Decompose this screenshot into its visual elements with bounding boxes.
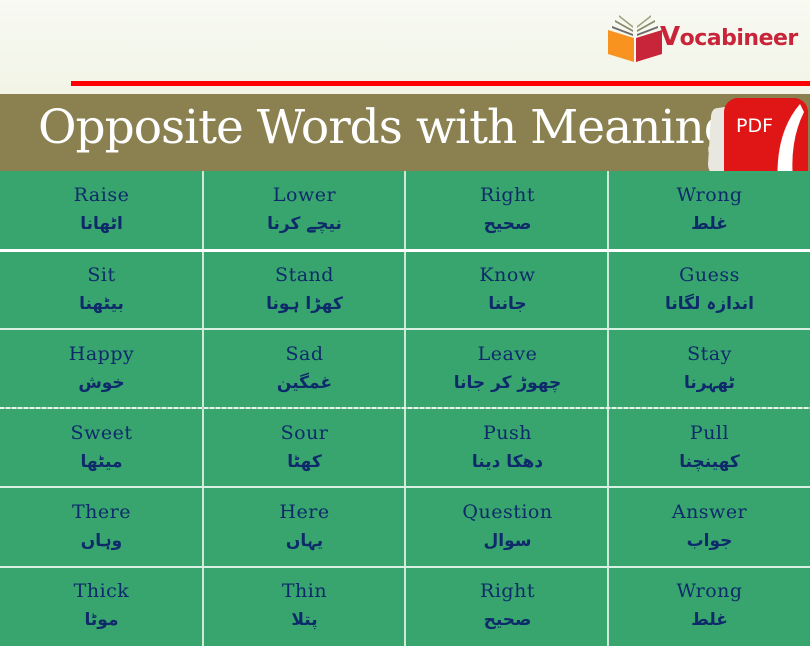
word-pair-cell: Stand کھڑا ہونا <box>203 251 406 330</box>
red-divider <box>71 81 810 86</box>
urdu-meaning: میٹھا <box>80 452 123 472</box>
urdu-meaning: کھڑا ہونا <box>266 294 343 314</box>
english-word: Stand <box>275 264 334 286</box>
urdu-meaning: جواب <box>686 531 733 551</box>
english-word: Lower <box>272 184 337 206</box>
english-word: Answer <box>671 501 748 523</box>
page-title: Opposite Words with Meaning <box>38 100 734 155</box>
english-word: Pull <box>689 422 730 444</box>
word-pair-cell: Right صحیح <box>406 567 609 646</box>
english-word: Right <box>480 184 535 206</box>
english-word: Know <box>479 264 536 286</box>
word-pair-cell: Happy خوش <box>0 330 203 409</box>
urdu-meaning: دھکا دینا <box>471 452 544 472</box>
english-word: Sad <box>285 343 324 365</box>
english-word: Push <box>482 422 532 444</box>
word-pair-cell: Sad غمگین <box>203 330 406 409</box>
logo-text: Vocabineer <box>660 24 798 50</box>
english-word: Stay <box>687 343 732 365</box>
english-word: Guess <box>679 264 740 286</box>
urdu-meaning: اٹھانا <box>80 214 123 234</box>
urdu-meaning: یہاں <box>285 531 324 551</box>
urdu-meaning: نیچے کرنا <box>267 214 342 234</box>
english-word: Thin <box>281 580 328 602</box>
word-pair-cell: Raise اٹھانا <box>0 171 203 251</box>
urdu-meaning: ٹھہرنا <box>684 373 735 393</box>
logo-rest: ocabineer <box>679 26 799 51</box>
urdu-meaning: کھینچنا <box>679 452 740 472</box>
urdu-meaning: صحیح <box>483 610 532 630</box>
word-pair-cell: Thick موٹا <box>0 567 203 646</box>
word-pair-cell: Know جاننا <box>406 251 609 330</box>
urdu-meaning: صحیح <box>483 214 532 234</box>
word-pair-cell: Lower نیچے کرنا <box>203 171 406 251</box>
english-word: Thick <box>73 580 130 602</box>
word-pair-cell: Answer جواب <box>609 488 810 567</box>
english-word: Leave <box>477 343 538 365</box>
english-word: Wrong <box>676 184 743 206</box>
english-word: Question <box>462 501 553 523</box>
word-pair-cell: Question سوال <box>406 488 609 567</box>
urdu-meaning: پتلا <box>291 610 318 630</box>
urdu-meaning: وہاں <box>80 531 123 551</box>
word-pair-cell: Pull کھینچنا <box>609 409 810 488</box>
word-pair-cell: Thin پتلا <box>203 567 406 646</box>
pdf-label: PDF <box>736 115 773 137</box>
urdu-meaning: جاننا <box>488 294 527 314</box>
word-pair-cell: Guess اندازہ لگانا <box>609 251 810 330</box>
urdu-meaning: غلط <box>691 214 728 234</box>
urdu-meaning: خوش <box>78 373 125 393</box>
urdu-meaning: چھوڑ کر جانا <box>453 373 562 393</box>
word-pair-cell: Sweet میٹھا <box>0 409 203 488</box>
word-pair-cell: Sit بیٹھنا <box>0 251 203 330</box>
english-word: Wrong <box>676 580 743 602</box>
open-book-icon <box>608 15 662 62</box>
urdu-meaning: اندازہ لگانا <box>665 294 754 314</box>
vocabineer-logo[interactable]: Vocabineer <box>606 12 798 62</box>
word-pair-cell: Here یہاں <box>203 488 406 567</box>
word-pair-cell: Wrong غلط <box>609 567 810 646</box>
word-pair-cell: There وہاں <box>0 488 203 567</box>
word-pair-cell: Leave چھوڑ کر جانا <box>406 330 609 409</box>
word-pair-cell: Push دھکا دینا <box>406 409 609 488</box>
urdu-meaning: غلط <box>691 610 728 630</box>
word-pair-cell: Sour کھٹا <box>203 409 406 488</box>
english-word: Sweet <box>70 422 133 444</box>
word-pair-cell: Wrong غلط <box>609 171 810 251</box>
english-word: Sit <box>87 264 116 286</box>
english-word: Here <box>279 501 330 523</box>
urdu-meaning: موٹا <box>84 610 119 630</box>
urdu-meaning: بیٹھنا <box>79 294 124 314</box>
english-word: Sour <box>280 422 329 444</box>
word-pair-cell: Stay ٹھہرنا <box>609 330 810 409</box>
english-word: There <box>72 501 131 523</box>
urdu-meaning: غمگین <box>276 373 333 393</box>
word-pair-cell: Right صحیح <box>406 171 609 251</box>
english-word: Happy <box>68 343 135 365</box>
english-word: Raise <box>73 184 130 206</box>
english-word: Right <box>480 580 535 602</box>
urdu-meaning: کھٹا <box>287 452 322 472</box>
urdu-meaning: سوال <box>483 531 532 551</box>
